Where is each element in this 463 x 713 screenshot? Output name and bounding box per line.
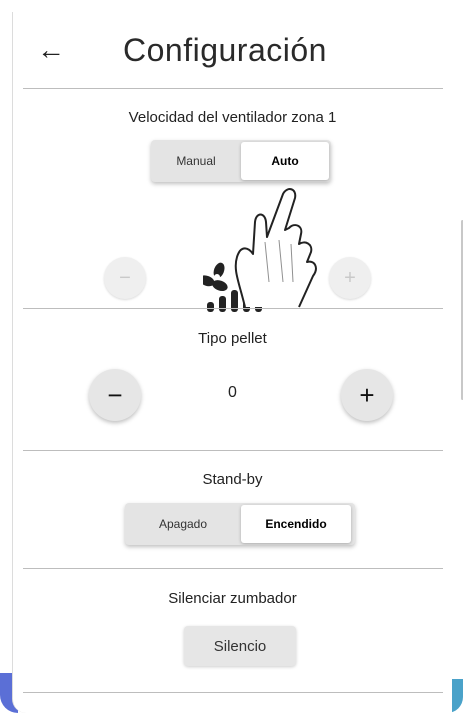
mode-auto-option[interactable]: Auto (241, 142, 329, 180)
arrow-left-icon[interactable]: ← (35, 34, 67, 66)
settings-screen: ← Configuración Velocidad del ventilador… (12, 12, 463, 713)
divider (23, 88, 443, 89)
divider (23, 568, 443, 569)
fan-speed-title: Velocidad del ventilador zona 1 (128, 109, 337, 126)
standby-off-option[interactable]: Apagado (125, 503, 241, 545)
mode-manual-option[interactable]: Manual (151, 140, 241, 182)
divider (23, 692, 443, 693)
divider (23, 308, 443, 309)
standby-title: Stand-by (202, 471, 263, 488)
app-header: ← Configuración (13, 12, 452, 88)
buzzer-title: Silenciar zumbador (168, 590, 297, 607)
touch-hand-icon (225, 182, 335, 317)
page-title: Configuración (123, 32, 327, 68)
standby-on-option[interactable]: Encendido (241, 505, 351, 543)
silence-button[interactable]: Silencio (184, 626, 296, 666)
divider (23, 450, 443, 451)
fan-minus-button[interactable]: − (104, 257, 146, 299)
fan-plus-button[interactable]: + (329, 257, 371, 299)
pellet-type-title: Tipo pellet (198, 330, 267, 347)
fan-mode-toggle: Manual Auto (151, 140, 331, 182)
standby-toggle: Apagado Encendido (125, 503, 355, 545)
pellet-plus-button[interactable]: + (341, 369, 393, 421)
